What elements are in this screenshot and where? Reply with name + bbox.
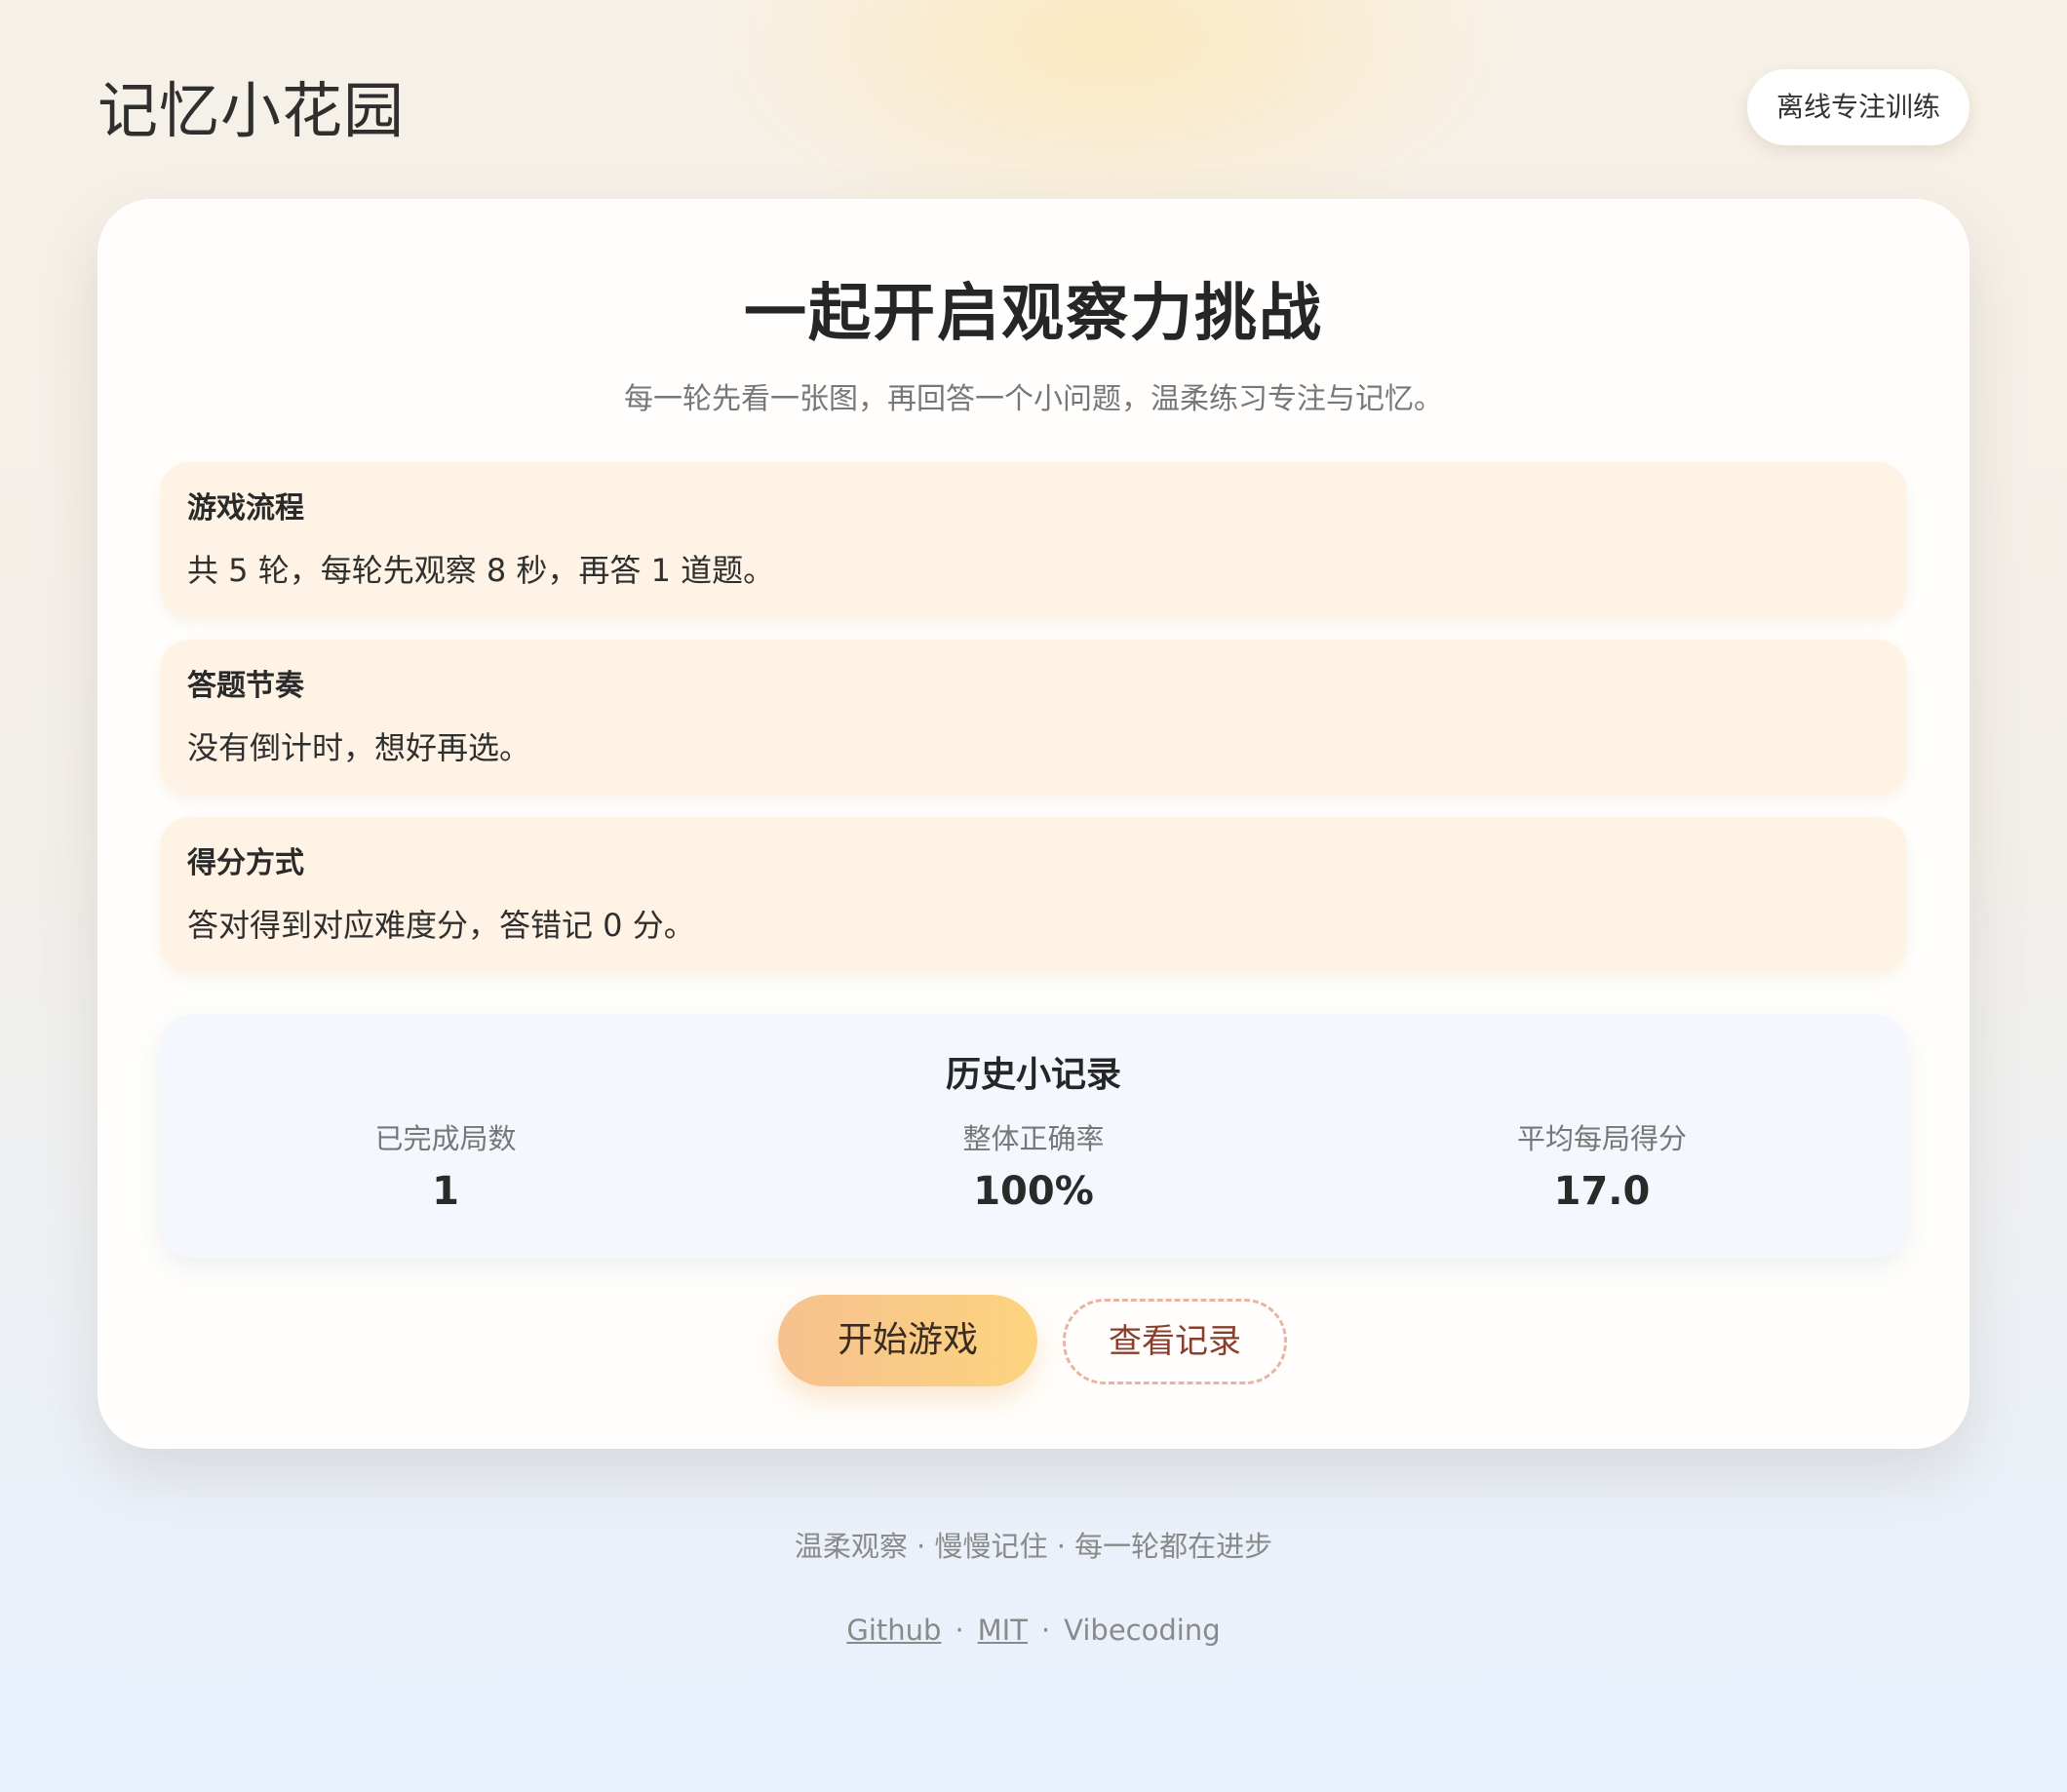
- footer-separator: ·: [1040, 1614, 1051, 1647]
- offline-focus-button[interactable]: 离线专注训练: [1746, 69, 1970, 145]
- stat-games-completed: 已完成局数 1: [251, 1119, 641, 1215]
- info-card-title: 答题节奏: [187, 669, 304, 703]
- github-link[interactable]: Github: [846, 1614, 941, 1647]
- stat-average-score: 平均每局得分 17.0: [1407, 1119, 1797, 1215]
- top-bar: 记忆小花园 离线专注训练: [98, 58, 1970, 166]
- start-game-button[interactable]: 开始游戏: [778, 1295, 1037, 1386]
- mit-link[interactable]: MIT: [978, 1614, 1028, 1647]
- footer-separator: ·: [955, 1614, 964, 1647]
- hero-title: 一起开启观察力挑战: [744, 278, 1323, 350]
- info-card-scoring: 得分方式 答对得到对应难度分，答错记 0 分。: [160, 817, 1907, 973]
- history-title: 历史小记录: [945, 1055, 1121, 1095]
- main-card: 一起开启观察力挑战 每一轮先看一张图，再回答一个小问题，温柔练习专注与记忆。 游…: [98, 199, 1970, 1449]
- stat-label: 平均每局得分: [1516, 1122, 1687, 1155]
- info-card-body: 没有倒计时，想好再选。: [187, 729, 531, 766]
- info-card-game-flow: 游戏流程 共 5 轮，每轮先观察 8 秒，再答 1 道题。: [160, 462, 1907, 618]
- stat-value: 100%: [973, 1169, 1094, 1214]
- stat-value: 17.0: [1553, 1169, 1651, 1214]
- footer-tagline: 温柔观察 · 慢慢记住 · 每一轮都在进步: [794, 1530, 1273, 1563]
- stat-label: 已完成局数: [374, 1122, 517, 1155]
- stat-label: 整体正确率: [962, 1122, 1105, 1155]
- stat-value: 1: [432, 1169, 459, 1214]
- stat-accuracy: 整体正确率 100%: [838, 1119, 1228, 1215]
- view-records-button[interactable]: 查看记录: [1063, 1299, 1287, 1384]
- info-card-body: 答对得到对应难度分，答错记 0 分。: [187, 907, 695, 944]
- vibecoding-text: Vibecoding: [1064, 1614, 1221, 1647]
- hero-subtitle: 每一轮先看一张图，再回答一个小问题，温柔练习专注与记忆。: [624, 382, 1443, 416]
- info-card-body: 共 5 轮，每轮先观察 8 秒，再答 1 道题。: [187, 552, 775, 589]
- app-title: 记忆小花园: [98, 75, 406, 146]
- info-card-title: 游戏流程: [187, 491, 304, 526]
- footer-links: Github · MIT · Vibecoding: [0, 1611, 2067, 1650]
- action-bar: 开始游戏 查看记录: [98, 1295, 1970, 1386]
- info-card-answer-pace: 答题节奏 没有倒计时，想好再选。: [160, 640, 1907, 796]
- info-card-title: 得分方式: [187, 846, 304, 880]
- history-panel: 历史小记录 已完成局数 1 整体正确率 100% 平均每局得分 17.0: [160, 1014, 1907, 1258]
